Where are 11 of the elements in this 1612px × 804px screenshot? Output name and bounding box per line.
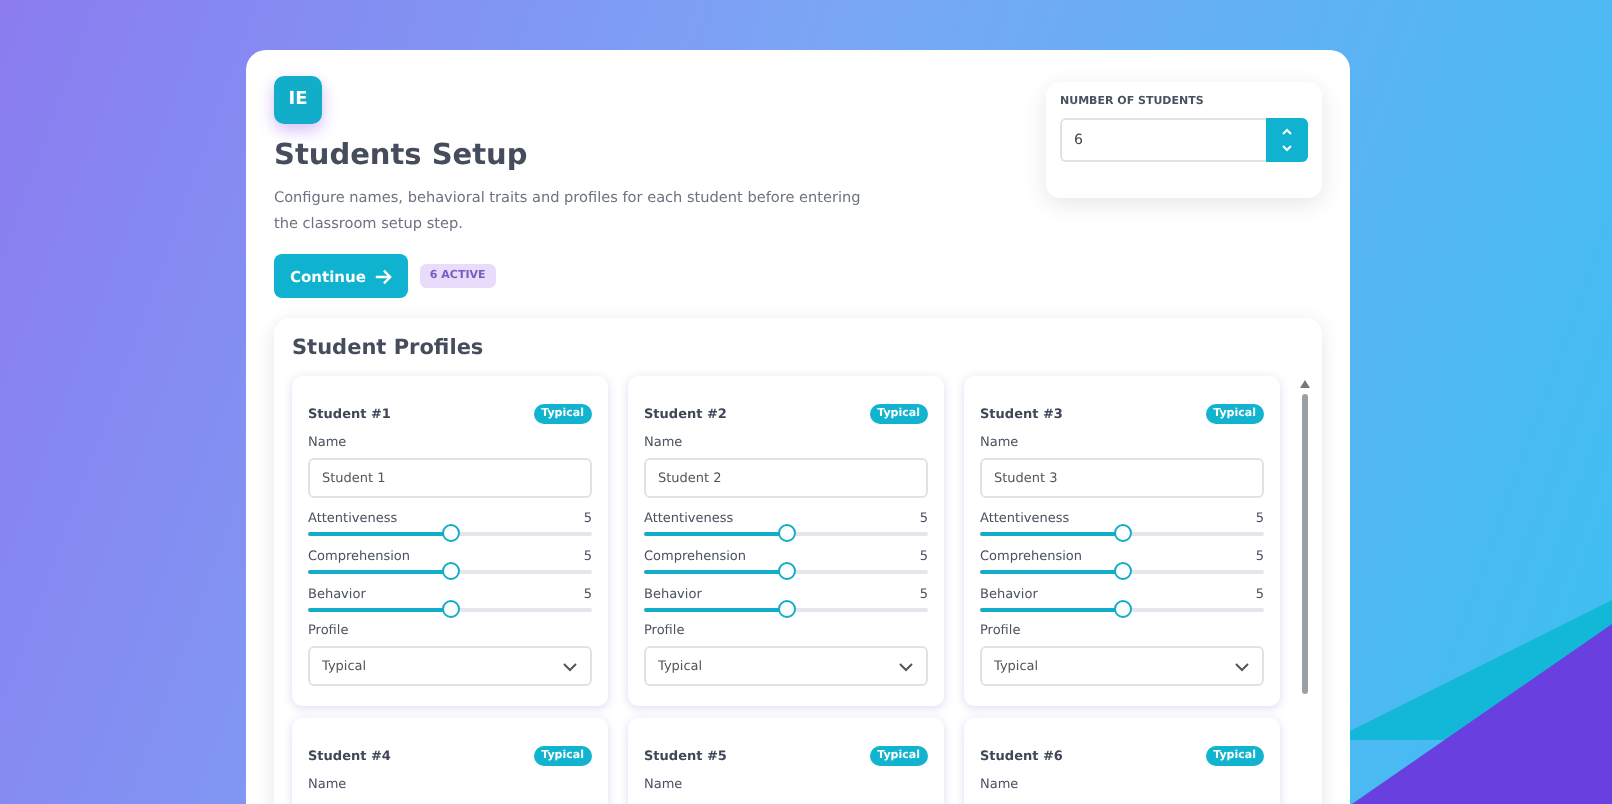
logo-badge: IE [274, 76, 322, 124]
arrow-right-icon [373, 267, 392, 285]
stepper-button[interactable] [1266, 118, 1308, 162]
scroll-up-arrow-icon[interactable] [1300, 380, 1310, 388]
page-title: Students Setup [274, 140, 530, 172]
up-down-chevron-icon [1280, 126, 1294, 154]
scrollbar-thumb[interactable] [1302, 394, 1308, 694]
chevron-down-icon [562, 661, 578, 671]
chevron-down-icon [898, 661, 914, 671]
chevron-down-icon [1234, 661, 1250, 671]
panel-title: Student Profiles [292, 336, 486, 360]
